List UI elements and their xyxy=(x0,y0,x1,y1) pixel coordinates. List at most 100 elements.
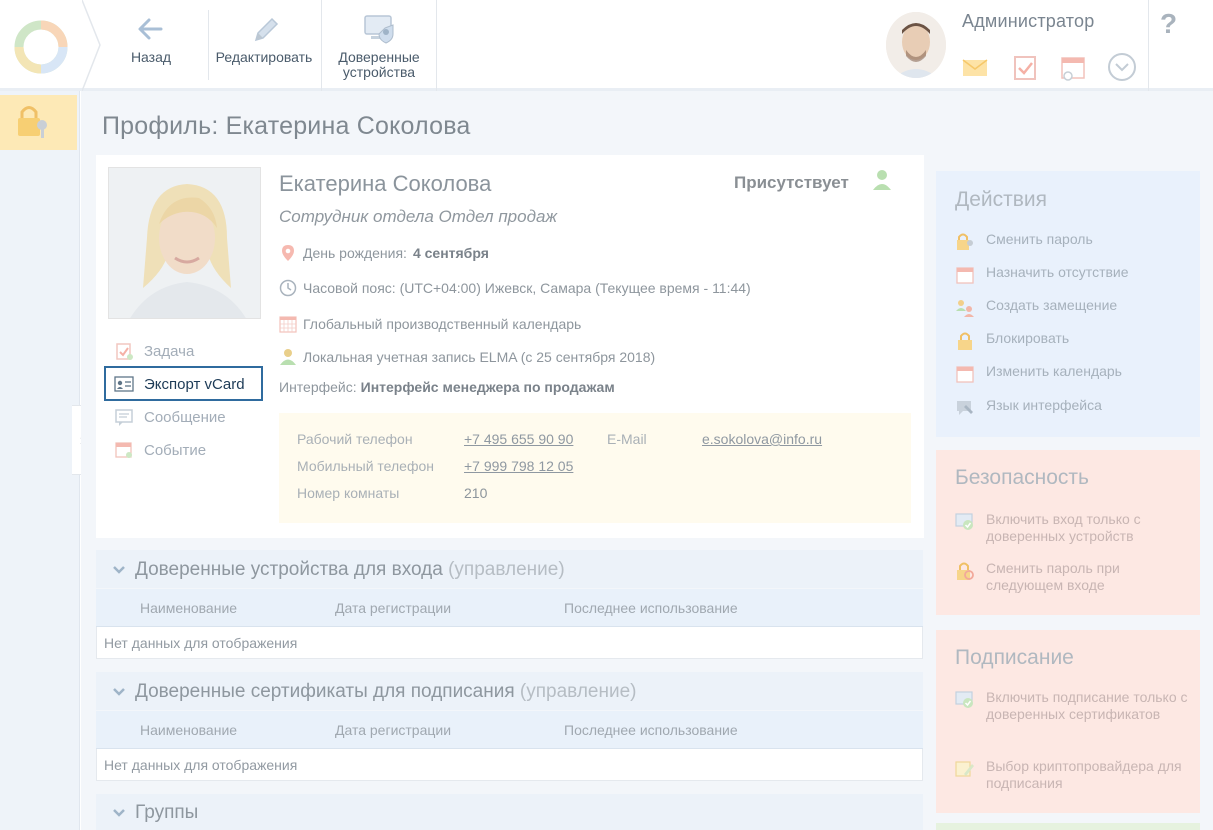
calendar-edit-icon xyxy=(956,366,974,383)
actions-panel-title: Действия xyxy=(955,188,1048,211)
mail-icon[interactable] xyxy=(960,52,990,82)
elma-logo-icon[interactable] xyxy=(10,16,72,78)
trusted-devices-button[interactable]: Доверенные устройства xyxy=(323,0,435,91)
change-calendar-action[interactable]: Изменить календарь xyxy=(954,363,1194,385)
change-password-label: Сменить пароль xyxy=(986,231,1093,247)
trusted-device-icon xyxy=(955,513,973,530)
trusted-devices-label-2: устройства xyxy=(342,64,416,80)
lock-refresh-icon xyxy=(957,562,974,580)
calendar-row: Глобальный производственный календарь xyxy=(279,315,581,333)
lock-key-icon xyxy=(18,106,47,138)
contacts-box: Рабочий телефон +7 495 655 90 90 E-Mail … xyxy=(279,413,911,523)
toolbar-divider xyxy=(436,0,437,91)
column-last-used[interactable]: Последнее использование xyxy=(564,722,738,738)
help-button[interactable]: ? xyxy=(1160,8,1177,40)
tasks-icon[interactable] xyxy=(1010,52,1040,82)
certs-empty-text: Нет данных для отображения xyxy=(104,757,298,773)
set-absence-label: Назначить отсутствие xyxy=(986,264,1129,280)
column-registration-date[interactable]: Дата регистрации xyxy=(335,722,451,738)
pencil-icon xyxy=(254,17,279,42)
groups-section-header[interactable] xyxy=(96,794,923,830)
room-value: 210 xyxy=(464,485,488,501)
column-name[interactable]: Наименование xyxy=(140,600,237,616)
create-substitution-label: Создать замещение xyxy=(986,297,1118,313)
user-avatar[interactable] xyxy=(886,12,946,78)
column-registration-date[interactable]: Дата регистрации xyxy=(335,600,451,616)
user-present-icon xyxy=(873,170,891,190)
export-vcard-action[interactable]: Экспорт vCard xyxy=(114,373,245,395)
interface-label: Интерфейс: xyxy=(279,379,357,395)
create-substitution-action[interactable]: Создать замещение xyxy=(954,297,1194,319)
back-button[interactable]: Назад xyxy=(112,0,190,91)
chevron-down-icon[interactable] xyxy=(112,685,126,699)
trusted-cert-signing-action[interactable]: Включить подписание только с доверенных … xyxy=(954,689,1194,723)
work-phone-label: Рабочий телефон xyxy=(297,431,413,447)
change-password-action[interactable]: Сменить пароль xyxy=(954,231,1194,253)
timezone-row: Часовой пояс: (UTC+04:00) Ижевск, Самара… xyxy=(279,279,751,297)
chevron-down-icon[interactable] xyxy=(112,563,126,577)
toolbar-divider xyxy=(321,0,322,91)
devices-manage-link[interactable]: (управление) xyxy=(448,559,565,580)
clock-icon xyxy=(279,279,297,297)
security-panel: Безопасность Включить вход только с дове… xyxy=(936,450,1200,615)
employee-position: Сотрудник отдела Отдел продаж xyxy=(279,207,558,226)
chevron-down-icon[interactable] xyxy=(1107,52,1137,82)
task-label: Задача xyxy=(144,342,195,360)
timezone-text: Часовой пояс: (UTC+04:00) Ижевск, Самара… xyxy=(303,280,751,296)
block-action[interactable]: Блокировать xyxy=(954,330,1194,352)
vcard-icon xyxy=(114,376,134,392)
profile-photo-image xyxy=(109,168,260,318)
trusted-login-only-action[interactable]: Включить вход только с доверенных устрой… xyxy=(954,511,1194,545)
actions-panel: Действия Сменить пароль Назначить отсутс… xyxy=(936,171,1200,437)
task-icon xyxy=(116,343,133,360)
column-name[interactable]: Наименование xyxy=(140,722,237,738)
devices-table-header: Наименование Дата регистрации Последнее … xyxy=(96,589,923,627)
email-link[interactable]: e.sokolova@info.ru xyxy=(702,431,822,447)
user-account-icon xyxy=(280,349,296,365)
birthday-value: 4 сентября xyxy=(412,245,489,261)
mobile-phone-label: Мобильный телефон xyxy=(297,458,434,474)
work-phone-link[interactable]: +7 495 655 90 90 xyxy=(464,431,573,447)
calendar-grid-icon xyxy=(279,316,297,333)
next-panel-edge xyxy=(936,823,1200,830)
calendar-text[interactable]: Глобальный производственный календарь xyxy=(303,316,581,332)
trusted-cert-signing-label: Включить подписание только с доверенных … xyxy=(986,689,1188,722)
create-task-action[interactable]: Задача xyxy=(114,340,194,362)
certs-title-text: Доверенные сертификаты для подписания xyxy=(135,681,515,702)
certs-table-header: Наименование Дата регистрации Последнее … xyxy=(96,711,923,749)
language-icon xyxy=(957,401,973,415)
devices-empty-row: Нет данных для отображения xyxy=(96,627,923,659)
sidebar-item-security[interactable] xyxy=(0,95,77,150)
trusted-login-only-label: Включить вход только с доверенных устрой… xyxy=(986,511,1141,544)
edit-button[interactable]: Редактировать xyxy=(210,0,318,91)
interface-value: Интерфейс менеджера по продажам xyxy=(360,379,615,395)
certs-manage-link[interactable]: (управление) xyxy=(520,681,637,702)
users-swap-icon xyxy=(956,300,974,317)
set-absence-action[interactable]: Назначить отсутствие xyxy=(954,264,1194,286)
event-label: Событие xyxy=(144,441,207,459)
devices-section-title: Доверенные устройства для входа (управле… xyxy=(135,559,565,581)
calendar-icon[interactable] xyxy=(1058,52,1088,82)
chevron-down-icon[interactable] xyxy=(112,806,126,820)
presence-status: Присутствует xyxy=(734,173,849,192)
message-icon xyxy=(115,409,133,426)
mobile-phone-link[interactable]: +7 999 798 12 05 xyxy=(464,458,573,474)
change-password-next-login-action[interactable]: Сменить пароль при следующем входе xyxy=(954,560,1194,594)
interface-language-action[interactable]: Язык интерфейса xyxy=(954,397,1194,419)
back-label: Назад xyxy=(130,49,172,65)
change-calendar-label: Изменить календарь xyxy=(986,363,1122,379)
devices-title-text: Доверенные устройства для входа xyxy=(135,559,443,580)
toolbar-divider xyxy=(1148,0,1149,91)
toolbar-divider xyxy=(208,10,209,80)
change-password-next-login-label: Сменить пароль при следующем входе xyxy=(986,560,1120,593)
trusted-certificate-icon xyxy=(955,691,973,708)
crypto-provider-action[interactable]: Выбор криптопровайдера для подписания xyxy=(954,758,1194,792)
certificate-pen-icon xyxy=(955,761,974,777)
signing-panel: Подписание Включить подписание только с … xyxy=(936,630,1200,813)
security-panel-title: Безопасность xyxy=(955,466,1089,489)
certs-section-title: Доверенные сертификаты для подписания (у… xyxy=(135,681,636,703)
create-event-action[interactable]: Событие xyxy=(114,439,206,461)
send-message-action[interactable]: Сообщение xyxy=(114,406,226,428)
user-name[interactable]: Администратор xyxy=(962,11,1094,32)
column-last-used[interactable]: Последнее использование xyxy=(564,600,738,616)
